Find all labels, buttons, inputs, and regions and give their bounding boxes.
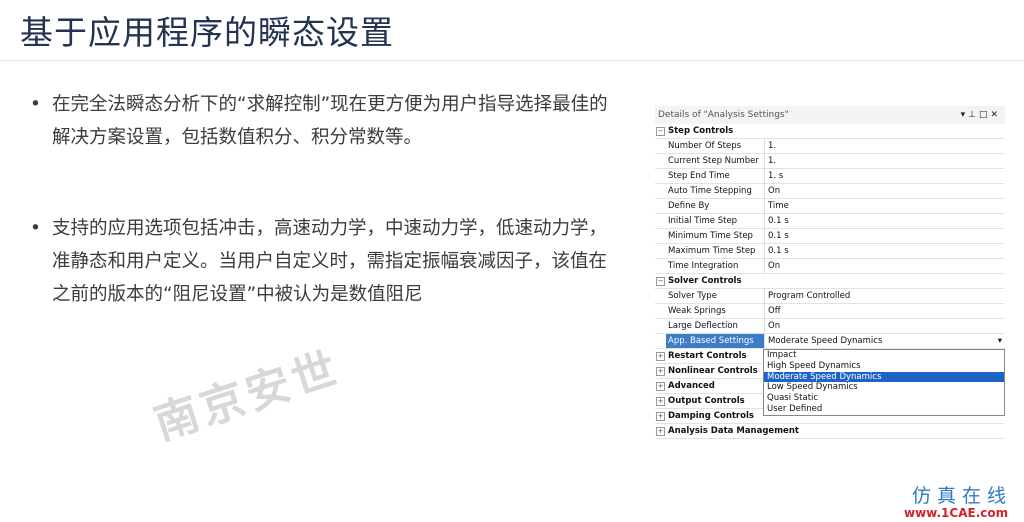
dropdown-option[interactable]: Quasi Static xyxy=(764,393,1004,404)
divider xyxy=(0,60,1024,61)
expand-icon[interactable]: + xyxy=(655,424,666,438)
dropdown-option[interactable]: Moderate Speed Dynamics xyxy=(764,371,1004,383)
value-text: On xyxy=(768,321,781,331)
panel-header: Details of "Analysis Settings" ▾⊥□✕ xyxy=(655,106,1005,124)
dropdown-arrow-icon[interactable]: ▾ xyxy=(998,336,1002,346)
maximize-icon[interactable]: □ xyxy=(979,110,991,120)
property-row[interactable]: Solver Type Program Controlled xyxy=(655,289,1005,304)
bullet-text: 在完全法瞬态分析下的“求解控制”现在更方便为用户指导选择最佳的解决方案设置，包括… xyxy=(52,94,608,148)
property-value[interactable]: On xyxy=(765,184,1005,198)
bullet-dot: • xyxy=(30,94,41,115)
property-row[interactable]: Time Integration On xyxy=(655,259,1005,274)
property-row[interactable]: Maximum Time Step 0.1 s xyxy=(655,244,1005,259)
property-row[interactable]: Auto Time Stepping On xyxy=(655,184,1005,199)
bullet-2: • 支持的应用选项包括冲击，高速动力学，中速动力学，低速动力学，准静态和用户定义。… xyxy=(30,212,620,311)
expand-icon[interactable]: + xyxy=(655,379,666,393)
property-label: Weak Springs xyxy=(666,304,765,318)
property-row[interactable]: Minimum Time Step 0.1 s xyxy=(655,229,1005,244)
category-label: Advanced xyxy=(668,381,715,391)
property-row[interactable]: Step End Time 1. s xyxy=(655,169,1005,184)
property-value[interactable]: 0.1 s xyxy=(765,229,1005,243)
property-label: Large Deflection xyxy=(666,319,765,333)
value-text: Moderate Speed Dynamics xyxy=(768,336,883,346)
logo-cn: 仿真在线 xyxy=(912,485,1013,507)
property-label: Number Of Steps xyxy=(666,139,765,153)
dropdown-icon[interactable]: ▾ xyxy=(961,110,969,120)
property-value[interactable]: 0.1 s xyxy=(765,214,1005,228)
property-label: Step End Time xyxy=(666,169,765,183)
property-value[interactable]: 0.1 s xyxy=(765,244,1005,258)
property-value[interactable]: On xyxy=(765,319,1005,333)
expand-icon[interactable]: + xyxy=(655,364,666,378)
property-value[interactable]: Off xyxy=(765,304,1005,318)
property-label: Auto Time Stepping xyxy=(666,184,765,198)
panel-title: Details of "Analysis Settings" xyxy=(658,110,789,120)
property-row[interactable]: Current Step Number 1. xyxy=(655,154,1005,169)
property-row[interactable]: Large Deflection On xyxy=(655,319,1005,334)
value-text: Time xyxy=(768,201,789,211)
category-analysis-data-management[interactable]: + Analysis Data Management xyxy=(655,424,1005,439)
pin-icon[interactable]: ⊥ xyxy=(968,110,979,120)
app-settings-dropdown-list: Impact High Speed Dynamics Moderate Speed … xyxy=(763,349,1005,416)
property-row[interactable]: App. Based Settings Moderate Speed Dynami… xyxy=(655,334,1005,349)
close-icon[interactable]: ✕ xyxy=(990,110,1001,120)
property-label: Define By xyxy=(666,199,765,213)
dropdown-option[interactable]: Impact xyxy=(764,350,1004,361)
property-label: Time Integration xyxy=(666,259,765,273)
property-value[interactable]: Time xyxy=(765,199,1005,213)
property-value[interactable]: 1. xyxy=(765,139,1005,153)
value-text: 1. s xyxy=(768,171,784,181)
value-text: Program Controlled xyxy=(768,291,851,301)
category-label: Restart Controls xyxy=(668,351,747,361)
category-label: Solver Controls xyxy=(668,276,742,286)
category-solver-controls[interactable]: − Solver Controls xyxy=(655,274,1005,289)
collapse-icon[interactable]: − xyxy=(655,124,666,138)
expand-icon[interactable]: + xyxy=(655,349,666,363)
property-label: Maximum Time Step xyxy=(666,244,765,258)
value-text: 1. xyxy=(768,156,777,166)
watermark: 南京安世 xyxy=(148,342,347,451)
value-text: On xyxy=(768,261,781,271)
value-text: 1. xyxy=(768,141,777,151)
bullet-dot: • xyxy=(30,218,41,239)
property-value[interactable]: On xyxy=(765,259,1005,273)
property-value[interactable]: 1. xyxy=(765,154,1005,168)
details-panel: Details of "Analysis Settings" ▾⊥□✕ − Ste… xyxy=(655,106,1005,439)
property-row[interactable]: Initial Time Step 0.1 s xyxy=(655,214,1005,229)
property-value[interactable]: Moderate Speed Dynamics ▾ xyxy=(765,334,1005,348)
bullet-text: 支持的应用选项包括冲击，高速动力学，中速动力学，低速动力学，准静态和用户定义。当… xyxy=(52,218,608,305)
property-value[interactable]: Program Controlled xyxy=(765,289,1005,303)
dropdown-option[interactable]: User Defined xyxy=(764,404,1004,415)
bullet-1: • 在完全法瞬态分析下的“求解控制”现在更方便为用户指导选择最佳的解决方案设置，包… xyxy=(30,88,620,154)
dropdown-option[interactable]: Low Speed Dynamics xyxy=(764,382,1004,393)
property-row[interactable]: Number Of Steps 1. xyxy=(655,139,1005,154)
category-label: Damping Controls xyxy=(668,411,754,421)
category-label: Step Controls xyxy=(668,126,734,136)
category-label: Analysis Data Management xyxy=(668,426,799,436)
category-step-controls[interactable]: − Step Controls xyxy=(655,124,1005,139)
property-label: Current Step Number xyxy=(666,154,765,168)
value-text: On xyxy=(768,186,781,196)
property-label: App. Based Settings xyxy=(666,334,765,348)
page-title: 基于应用程序的瞬态设置 xyxy=(20,13,394,52)
property-label: Initial Time Step xyxy=(666,214,765,228)
expand-icon[interactable]: + xyxy=(655,394,666,408)
expand-icon[interactable]: + xyxy=(655,409,666,423)
property-row[interactable]: Weak Springs Off xyxy=(655,304,1005,319)
logo-url: www.1CAE.com xyxy=(904,506,1009,520)
value-text: 0.1 s xyxy=(768,246,789,256)
dropdown-option[interactable]: High Speed Dynamics xyxy=(764,361,1004,372)
value-text: 0.1 s xyxy=(768,216,789,226)
collapse-icon[interactable]: − xyxy=(655,274,666,288)
property-row[interactable]: Define By Time xyxy=(655,199,1005,214)
property-value[interactable]: 1. s xyxy=(765,169,1005,183)
category-label: Nonlinear Controls xyxy=(668,366,758,376)
category-label: Output Controls xyxy=(668,396,745,406)
value-text: Off xyxy=(768,306,781,316)
property-label: Solver Type xyxy=(666,289,765,303)
property-label: Minimum Time Step xyxy=(666,229,765,243)
value-text: 0.1 s xyxy=(768,231,789,241)
